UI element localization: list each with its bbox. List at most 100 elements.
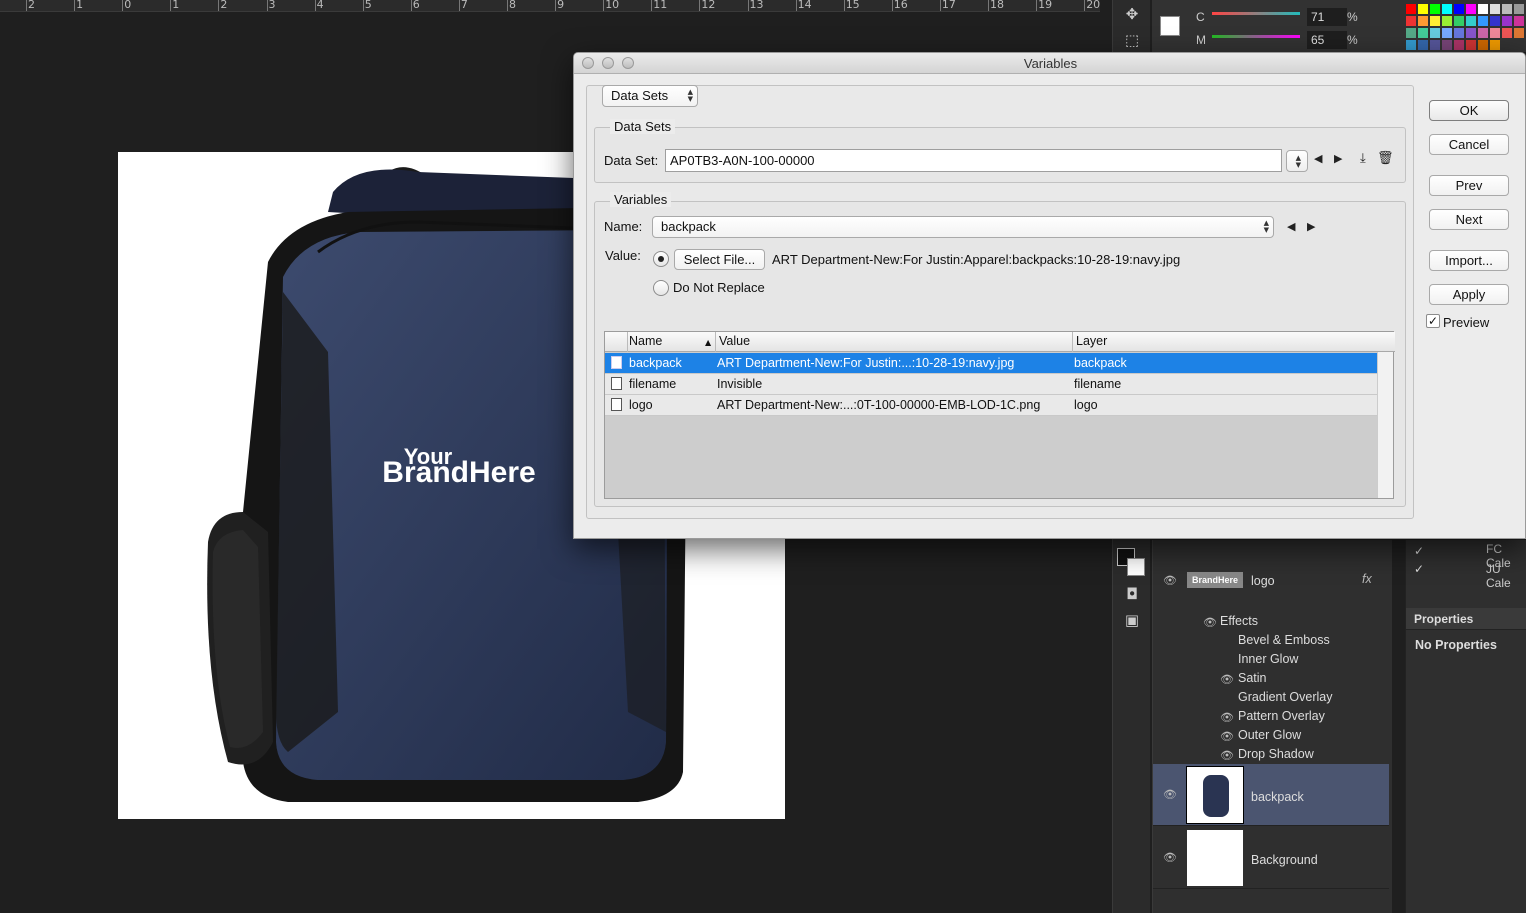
channel-ju[interactable]: JU Cale (1486, 562, 1526, 590)
effect-eye-icon[interactable]: 👁 (1220, 730, 1234, 743)
quick-mask-icon[interactable]: ◘ (1122, 584, 1142, 604)
effect-item[interactable]: Outer Glow (1238, 728, 1301, 742)
column-header-name[interactable]: Name (629, 334, 662, 348)
color-swatch[interactable] (1418, 16, 1428, 26)
dialog-titlebar[interactable]: Variables (574, 53, 1525, 74)
foreground-swatch[interactable] (1160, 16, 1180, 36)
color-swatch[interactable] (1430, 16, 1440, 26)
prev-data-set-icon[interactable]: ◀ (1314, 152, 1322, 165)
next-variable-icon[interactable]: ▶ (1307, 220, 1315, 233)
color-swatch[interactable] (1478, 16, 1488, 26)
channel-check[interactable]: ✓ (1414, 544, 1424, 558)
effect-item[interactable]: Bevel & Emboss (1238, 633, 1330, 647)
c-slider[interactable] (1212, 12, 1300, 15)
color-swatch[interactable] (1514, 16, 1524, 26)
effect-item[interactable]: Drop Shadow (1238, 747, 1314, 761)
table-row[interactable]: filename Invisible filename (605, 374, 1378, 395)
color-swatch[interactable] (1406, 4, 1416, 14)
color-swatch[interactable] (1466, 4, 1476, 14)
color-swatch[interactable] (1454, 4, 1464, 14)
preview-checkbox[interactable]: ✓ (1426, 314, 1440, 328)
tab-properties[interactable]: Properties (1414, 612, 1473, 626)
color-swatch[interactable] (1418, 28, 1428, 38)
color-swatch[interactable] (1430, 28, 1440, 38)
select-file-button[interactable]: Select File... (674, 249, 765, 270)
screen-mode-icon[interactable]: ▣ (1122, 610, 1142, 630)
color-swatch[interactable] (1442, 28, 1452, 38)
table-row[interactable]: logo ART Department-New:...:0T-100-00000-… (605, 395, 1378, 416)
effect-item[interactable]: Inner Glow (1238, 652, 1298, 666)
column-header-layer[interactable]: Layer (1076, 334, 1107, 348)
color-swatch[interactable] (1442, 16, 1452, 26)
prev-button[interactable]: Prev (1429, 175, 1509, 196)
do-not-replace-radio[interactable] (653, 280, 669, 296)
color-swatch[interactable] (1466, 16, 1476, 26)
move-tool-icon[interactable]: ✥ (1122, 4, 1142, 24)
color-swatch[interactable] (1490, 4, 1500, 14)
m-value[interactable]: 65 (1307, 31, 1347, 49)
color-swatch[interactable] (1502, 16, 1512, 26)
color-swatch[interactable] (1502, 4, 1512, 14)
color-swatch[interactable] (1406, 16, 1416, 26)
effects-eye-icon[interactable]: 👁 (1203, 616, 1217, 629)
color-swatch[interactable] (1454, 16, 1464, 26)
color-swatch[interactable] (1418, 40, 1428, 50)
color-swatch[interactable] (1490, 40, 1500, 50)
color-swatch[interactable] (1502, 28, 1512, 38)
color-swatch[interactable] (1454, 28, 1464, 38)
save-data-set-icon[interactable]: ⤓ (1360, 151, 1366, 166)
c-value[interactable]: 71 (1307, 8, 1347, 26)
color-swatch[interactable] (1514, 28, 1524, 38)
effect-item[interactable]: Gradient Overlay (1238, 690, 1332, 704)
data-set-field[interactable]: AP0TB3-A0N-100-00000 (665, 149, 1282, 172)
delete-data-set-icon[interactable]: 🗑 (1377, 151, 1394, 166)
fx-icon[interactable]: fx (1362, 572, 1372, 586)
prev-variable-icon[interactable]: ◀ (1287, 220, 1295, 233)
color-swatch[interactable] (1478, 40, 1488, 50)
effect-eye-icon[interactable]: 👁 (1220, 711, 1234, 724)
mode-select[interactable]: Data Sets ▲ ▼ (602, 85, 698, 107)
column-header-value[interactable]: Value (719, 334, 750, 348)
layer-logo[interactable]: 👁 BrandHere logo fx (1153, 568, 1389, 602)
effect-eye-icon[interactable]: 👁 (1220, 673, 1234, 686)
channel-check[interactable]: ✓ (1414, 562, 1424, 576)
color-swatch[interactable] (1478, 28, 1488, 38)
background-color-icon[interactable] (1127, 558, 1145, 576)
color-swatch[interactable] (1430, 4, 1440, 14)
effect-item[interactable]: Pattern Overlay (1238, 709, 1325, 723)
data-set-stepper[interactable]: ▲ ▼ (1286, 150, 1308, 172)
color-swatch[interactable] (1466, 28, 1476, 38)
apply-button[interactable]: Apply (1429, 284, 1509, 305)
color-swatch[interactable] (1406, 40, 1416, 50)
color-swatch[interactable] (1406, 28, 1416, 38)
layer-background[interactable]: 👁 Background (1153, 827, 1389, 889)
cancel-button[interactable]: Cancel (1429, 134, 1509, 155)
color-swatch[interactable] (1430, 40, 1440, 50)
color-swatch[interactable] (1466, 40, 1476, 50)
next-data-set-icon[interactable]: ▶ (1334, 152, 1342, 165)
effect-item[interactable]: Satin (1238, 671, 1267, 685)
visibility-eye-icon[interactable]: 👁 (1163, 574, 1177, 587)
color-swatch[interactable] (1442, 4, 1452, 14)
import-button[interactable]: Import... (1429, 250, 1509, 271)
next-button[interactable]: Next (1429, 209, 1509, 230)
color-swatch[interactable] (1442, 40, 1452, 50)
table-scrollbar[interactable] (1377, 352, 1393, 498)
layer-backpack[interactable]: 👁 backpack (1153, 764, 1389, 826)
preview-label[interactable]: Preview (1443, 315, 1489, 330)
name-select[interactable]: backpack ▲ ▼ (652, 216, 1274, 238)
color-swatch[interactable] (1490, 16, 1500, 26)
color-swatch[interactable] (1490, 28, 1500, 38)
visibility-eye-icon[interactable]: 👁 (1163, 851, 1177, 864)
color-swatch[interactable] (1418, 4, 1428, 14)
select-file-radio[interactable] (653, 251, 669, 267)
color-swatch[interactable] (1514, 4, 1524, 14)
do-not-replace-label[interactable]: Do Not Replace (673, 280, 765, 295)
visibility-eye-icon[interactable]: 👁 (1163, 788, 1177, 801)
color-swatch[interactable] (1454, 40, 1464, 50)
m-slider[interactable] (1212, 35, 1300, 38)
color-swatch[interactable] (1478, 4, 1488, 14)
effect-eye-icon[interactable]: 👁 (1220, 749, 1234, 762)
marquee-tool-icon[interactable]: ⬚ (1122, 30, 1142, 50)
ok-button[interactable]: OK (1429, 100, 1509, 121)
